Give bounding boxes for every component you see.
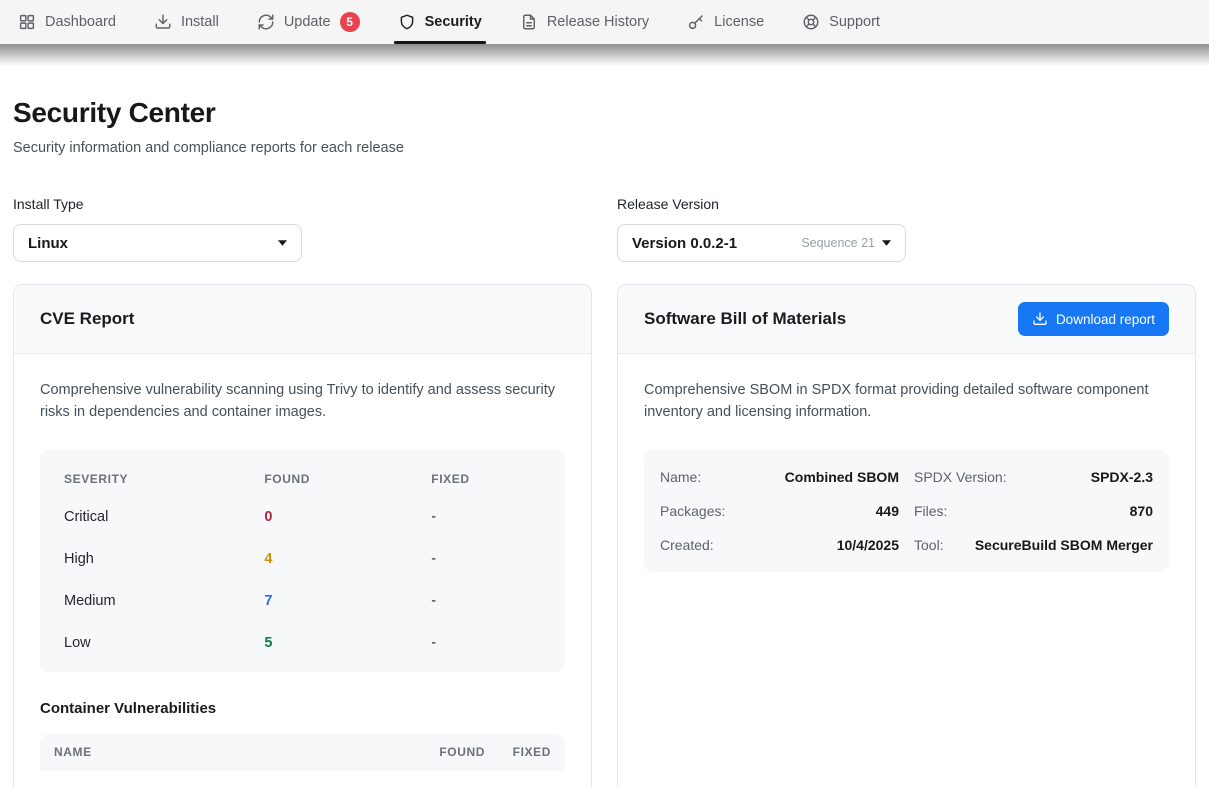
severity-table-header: SEVERITY FOUND FIXED (40, 456, 565, 496)
sbom-info-value: 870 (1130, 503, 1153, 519)
sbom-info-item: Packages: 449 (660, 494, 899, 528)
release-version-label: Release Version (617, 196, 1196, 212)
severity-name: High (64, 551, 264, 567)
severity-name: Medium (64, 593, 264, 609)
chevron-down-icon (882, 240, 891, 246)
container-vulnerabilities-table-header: NAME FOUND FIXED (40, 734, 565, 771)
install-type-select[interactable]: Linux (13, 224, 302, 262)
cve-report-description: Comprehensive vulnerability scanning usi… (40, 380, 565, 424)
fixed-col-header: FIXED (431, 472, 541, 486)
download-icon (1032, 311, 1048, 327)
chevron-down-icon (278, 240, 287, 246)
severity-name: Low (64, 635, 264, 651)
fixed-col-header: FIXED (485, 745, 551, 759)
release-version-filter: Release Version Version 0.0.2-1 Sequence… (617, 196, 1196, 262)
filters-row: Install Type Linux Release Version Versi… (13, 196, 1196, 262)
download-report-label: Download report (1056, 312, 1155, 327)
cve-report-title: CVE Report (40, 309, 134, 329)
release-history-icon (520, 13, 538, 31)
fixed-count: - (431, 551, 541, 567)
install-type-label: Install Type (13, 196, 592, 212)
top-navigation: Dashboard Install Update 5 Security Rele… (0, 0, 1209, 44)
release-version-select[interactable]: Version 0.0.2-1 Sequence 21 (617, 224, 906, 262)
found-col-header: FOUND (405, 745, 485, 759)
tab-install[interactable]: Install (154, 0, 219, 44)
tab-license[interactable]: License (687, 0, 764, 44)
found-count: 4 (264, 551, 431, 567)
sbom-info-value: SPDX-2.3 (1091, 469, 1153, 485)
tab-release-history[interactable]: Release History (520, 0, 649, 44)
sbom-info-item: SPDX Version: SPDX-2.3 (914, 460, 1153, 494)
sbom-info-value: 10/4/2025 (837, 537, 899, 553)
tab-dashboard[interactable]: Dashboard (18, 0, 116, 44)
tab-label: Dashboard (45, 14, 116, 30)
tab-label: Support (829, 14, 880, 30)
tab-label: License (714, 14, 764, 30)
sbom-info-value: 449 (876, 503, 899, 519)
found-col-header: FOUND (264, 472, 431, 486)
page-title: Security Center (13, 97, 1196, 129)
fixed-count: - (431, 635, 541, 651)
severity-name: Critical (64, 509, 264, 525)
table-row: High 4 - (40, 538, 565, 580)
update-count-badge: 5 (340, 12, 360, 32)
table-row: Critical 0 - (40, 496, 565, 538)
tab-update[interactable]: Update 5 (257, 0, 360, 44)
release-version-value: Version 0.0.2-1 (632, 235, 737, 252)
license-icon (687, 13, 705, 31)
sbom-header: Software Bill of Materials Download repo… (618, 285, 1195, 354)
security-icon (398, 13, 416, 31)
found-count: 7 (264, 593, 431, 609)
sbom-info-label: Name: (660, 469, 701, 485)
sbom-info-value: SecureBuild SBOM Merger (975, 537, 1153, 553)
sbom-info-value: Combined SBOM (785, 469, 899, 485)
found-count: 5 (264, 635, 431, 651)
tab-support[interactable]: Support (802, 0, 880, 44)
sbom-info-item: Files: 870 (914, 494, 1153, 528)
sbom-info-label: SPDX Version: (914, 469, 1007, 485)
page-subtitle: Security information and compliance repo… (13, 140, 1196, 156)
fixed-count: - (431, 593, 541, 609)
tab-label: Update (284, 14, 331, 30)
sbom-title: Software Bill of Materials (644, 309, 846, 329)
tab-label: Security (425, 14, 482, 30)
table-row: Low 5 - (40, 622, 565, 664)
install-type-value: Linux (28, 235, 68, 252)
found-count: 0 (264, 509, 431, 525)
main-content: Security Center Security information and… (0, 65, 1209, 787)
sbom-info-label: Created: (660, 537, 714, 553)
sbom-card: Software Bill of Materials Download repo… (617, 284, 1196, 787)
sbom-info-label: Tool: (914, 537, 944, 553)
tab-label: Install (181, 14, 219, 30)
table-row: Medium 7 - (40, 580, 565, 622)
tab-security[interactable]: Security (398, 0, 482, 44)
severity-table: SEVERITY FOUND FIXED Critical 0 - High 4… (40, 450, 565, 672)
sbom-info-item: Name: Combined SBOM (660, 460, 899, 494)
update-icon (257, 13, 275, 31)
cve-report-header: CVE Report (14, 285, 591, 354)
sbom-info-item: Created: 10/4/2025 (660, 528, 899, 562)
sbom-info-grid: Name: Combined SBOM SPDX Version: SPDX-2… (644, 450, 1169, 572)
tab-label: Release History (547, 14, 649, 30)
sbom-description: Comprehensive SBOM in SPDX format provid… (644, 380, 1169, 424)
sbom-body: Comprehensive SBOM in SPDX format provid… (618, 354, 1195, 598)
fixed-count: - (431, 509, 541, 525)
dashboard-icon (18, 13, 36, 31)
sbom-info-item: Tool: SecureBuild SBOM Merger (914, 528, 1153, 562)
install-type-filter: Install Type Linux (13, 196, 592, 262)
support-icon (802, 13, 820, 31)
sbom-info-label: Packages: (660, 503, 725, 519)
cve-report-body: Comprehensive vulnerability scanning usi… (14, 354, 591, 787)
install-icon (154, 13, 172, 31)
download-report-button[interactable]: Download report (1018, 302, 1169, 336)
cve-report-card: CVE Report Comprehensive vulnerability s… (13, 284, 592, 787)
sbom-info-label: Files: (914, 503, 947, 519)
name-col-header: NAME (54, 745, 405, 759)
container-vulnerabilities-title: Container Vulnerabilities (40, 700, 565, 717)
cards-row: CVE Report Comprehensive vulnerability s… (13, 284, 1196, 787)
header-shadow-strip (0, 44, 1209, 65)
sequence-meta: Sequence 21 (801, 236, 875, 250)
severity-col-header: SEVERITY (64, 472, 264, 486)
